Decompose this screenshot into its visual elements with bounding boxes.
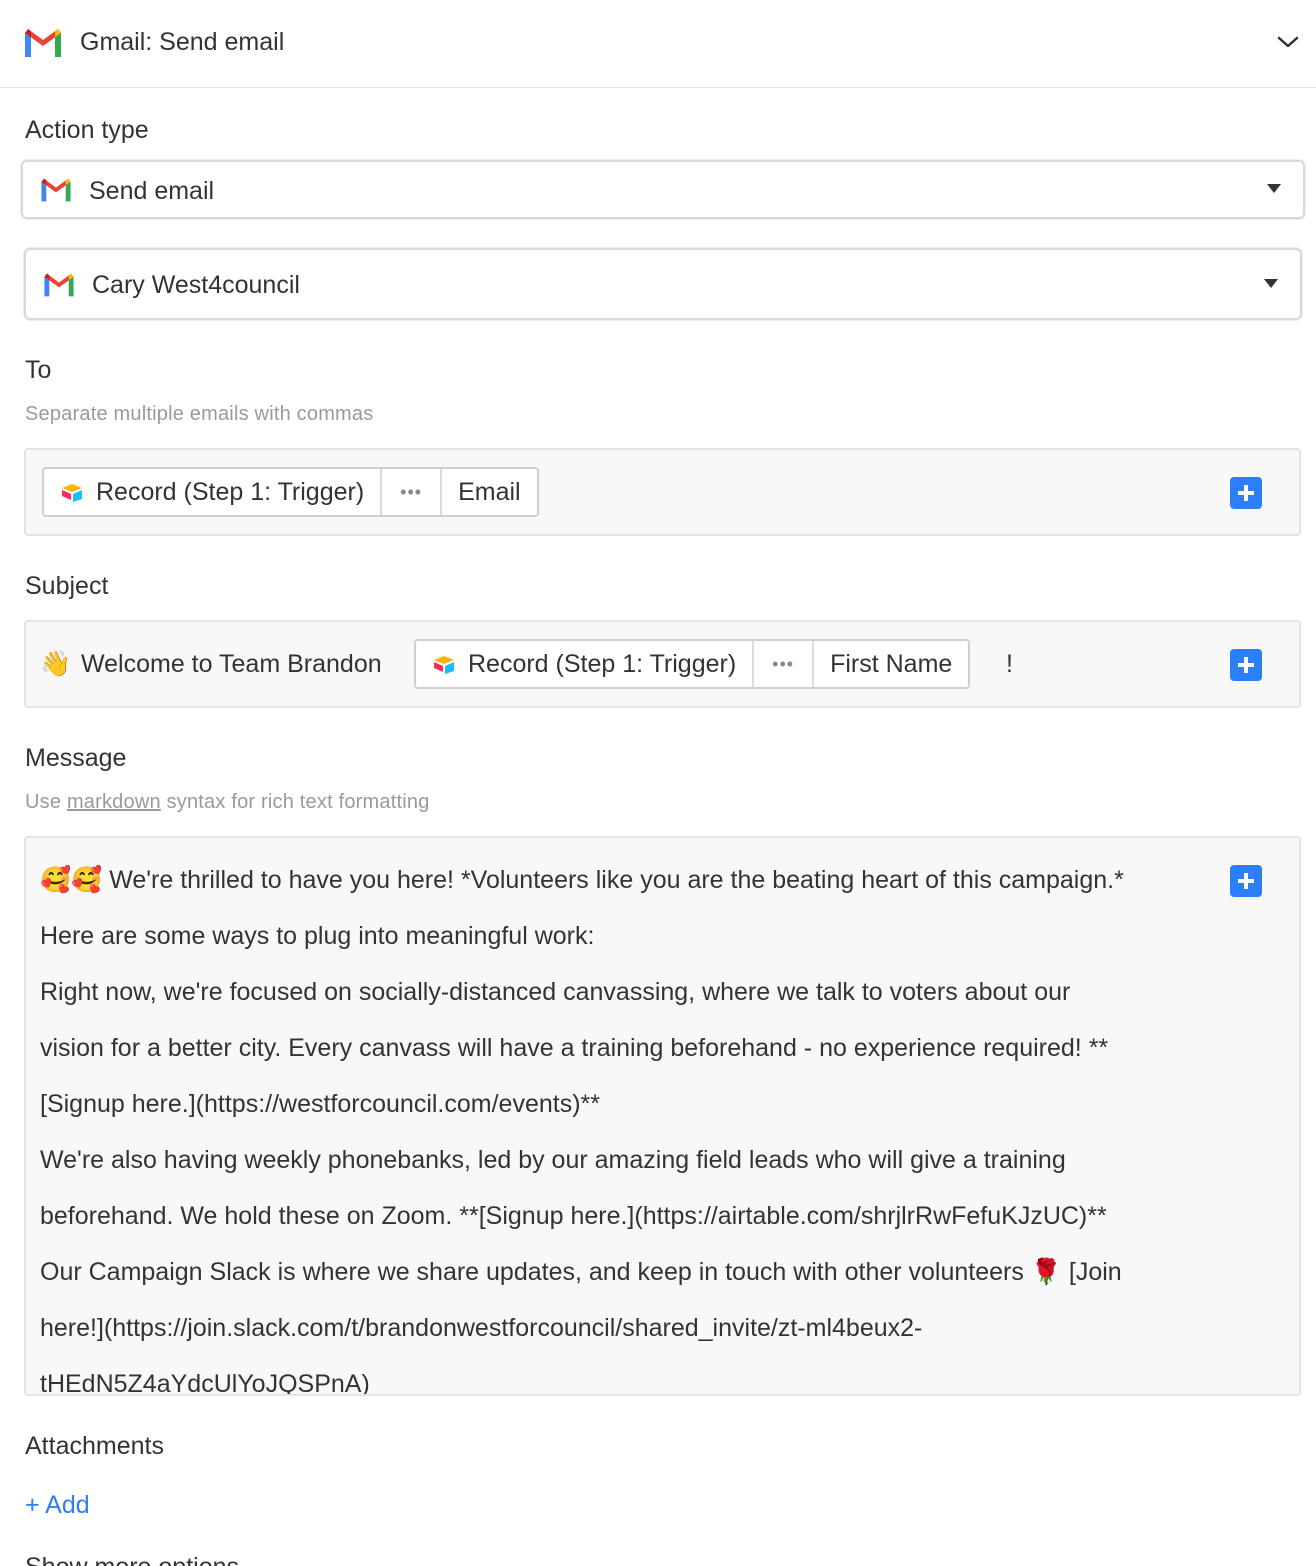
insert-field-button[interactable] <box>1230 477 1262 509</box>
add-attachment-link[interactable]: + Add <box>25 1491 90 1520</box>
subject-prefix: Welcome to Team Brandon <box>81 650 382 678</box>
show-more-options[interactable]: Show more options <box>25 1553 239 1566</box>
step-header[interactable]: Gmail: Send email <box>0 0 1316 88</box>
action-type-value: Send email <box>89 177 215 205</box>
caret-down-icon <box>1264 279 1278 288</box>
message-line: Our Campaign Slack is where we share upd… <box>40 1258 1122 1286</box>
message-line: We're also having weekly phonebanks, led… <box>40 1146 1066 1174</box>
subject-label: Subject <box>25 572 109 600</box>
message-label: Message <box>25 744 127 772</box>
message-line: here!](https://join.slack.com/t/brandonw… <box>40 1314 923 1342</box>
gmail-icon <box>41 178 71 202</box>
token-source: Record (Step 1: Trigger) <box>44 469 383 515</box>
message-line: Here are some ways to plug into meaningf… <box>40 922 595 950</box>
step-title: Gmail: Send email <box>80 28 285 56</box>
token-source-label: Record (Step 1: Trigger) <box>96 477 365 506</box>
to-label: To <box>25 356 52 384</box>
insert-field-button[interactable] <box>1230 649 1262 681</box>
token-source-label: Record (Step 1: Trigger) <box>468 649 737 678</box>
caret-down-icon <box>1267 184 1281 193</box>
token-field: First Name <box>830 649 953 678</box>
airtable-icon <box>62 484 82 502</box>
airtable-icon <box>434 656 454 674</box>
message-line: Right now, we're focused on socially-dis… <box>40 978 1071 1006</box>
attachments-label: Attachments <box>25 1432 164 1460</box>
account-select[interactable]: Cary West4council <box>24 248 1302 320</box>
message-field[interactable]: 🥰🥰 We're thrilled to have you here! *Vol… <box>24 836 1301 1396</box>
token-field: Email <box>458 477 521 506</box>
message-line: vision for a better city. Every canvass … <box>40 1034 1109 1062</box>
message-line: tHEdN5Z4aYdcUlYoJQSPnA) <box>40 1370 370 1396</box>
message-hint: Use markdown syntax for rich text format… <box>25 791 430 813</box>
token-source: Record (Step 1: Trigger) <box>416 641 755 687</box>
message-line: 🥰🥰 We're thrilled to have you here! *Vol… <box>40 866 1124 894</box>
wave-emoji: 👋 <box>40 650 72 678</box>
token-more[interactable]: ••• <box>754 641 815 687</box>
subject-suffix: ! <box>1006 650 1013 678</box>
gmail-icon <box>25 29 61 57</box>
markdown-link[interactable]: markdown <box>67 791 161 813</box>
record-token[interactable]: Record (Step 1: Trigger) ••• First Name <box>414 639 971 689</box>
record-token[interactable]: Record (Step 1: Trigger) ••• Email <box>42 467 539 517</box>
token-more[interactable]: ••• <box>382 469 443 515</box>
insert-field-button[interactable] <box>1230 865 1262 897</box>
message-line: beforehand. We hold these on Zoom. **[Si… <box>40 1202 1107 1230</box>
to-field[interactable]: Record (Step 1: Trigger) ••• Email <box>24 448 1301 536</box>
message-line: [Signup here.](https://westforcouncil.co… <box>40 1090 600 1118</box>
to-hint: Separate multiple emails with commas <box>25 403 374 425</box>
subject-field[interactable]: 👋 Welcome to Team Brandon Record (Step 1… <box>24 620 1301 708</box>
action-type-select[interactable]: Send email <box>21 160 1305 219</box>
chevron-down-icon[interactable] <box>1276 33 1300 51</box>
account-value: Cary West4council <box>92 271 300 299</box>
gmail-icon <box>44 273 74 297</box>
action-type-label: Action type <box>25 116 149 144</box>
